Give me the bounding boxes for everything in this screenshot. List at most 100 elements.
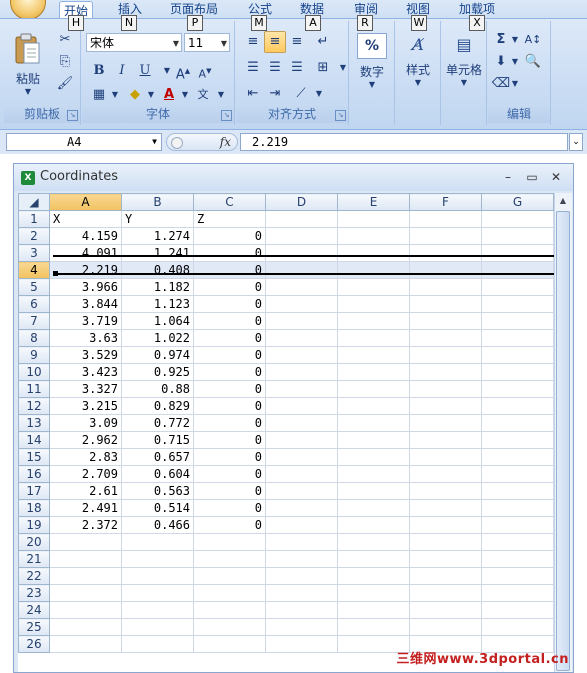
row-header[interactable]: 11 (18, 380, 50, 398)
cell-b-2[interactable]: 1.274 (121, 227, 194, 245)
cell-g-11[interactable] (481, 380, 554, 398)
cell-f-19[interactable] (409, 516, 482, 534)
cell-f-20[interactable] (409, 533, 482, 551)
cell-b-9[interactable]: 0.974 (121, 346, 194, 364)
font-launcher-icon[interactable]: ↘ (221, 110, 232, 121)
row-header[interactable]: 19 (18, 516, 50, 534)
wrap-text-icon[interactable]: ↵ (312, 31, 334, 53)
paste-dropdown-icon[interactable]: ▼ (8, 87, 48, 96)
align-middle-icon[interactable]: ≡ (264, 31, 286, 53)
cell-a-25[interactable] (49, 618, 122, 636)
row-header[interactable]: 17 (18, 482, 50, 500)
shrink-font-icon[interactable]: A▼ (194, 60, 216, 82)
cell-c-6[interactable]: 0 (193, 295, 266, 313)
row-header[interactable]: 16 (18, 465, 50, 483)
orientation-dropdown-icon[interactable]: ▼ (308, 83, 330, 105)
cell-c-2[interactable]: 0 (193, 227, 266, 245)
cell-b-5[interactable]: 1.182 (121, 278, 194, 296)
cell-a-21[interactable] (49, 550, 122, 568)
cell-a-23[interactable] (49, 584, 122, 602)
cell-e-17[interactable] (337, 482, 410, 500)
cell-c-20[interactable] (193, 533, 266, 551)
cell-g-7[interactable] (481, 312, 554, 330)
row-header[interactable]: 24 (18, 601, 50, 619)
find-select-icon[interactable]: 🔍 (522, 51, 544, 73)
cell-d-1[interactable] (265, 210, 338, 228)
cell-c-11[interactable]: 0 (193, 380, 266, 398)
cell-f-21[interactable] (409, 550, 482, 568)
cell-d-8[interactable] (265, 329, 338, 347)
cell-a-7[interactable]: 3.719 (49, 312, 122, 330)
styles-button[interactable]: A̸ 样式 ▼ (400, 33, 436, 87)
cell-c-21[interactable] (193, 550, 266, 568)
cell-b-23[interactable] (121, 584, 194, 602)
cell-a-17[interactable]: 2.61 (49, 482, 122, 500)
align-left-icon[interactable]: ☰ (242, 57, 264, 79)
cell-g-12[interactable] (481, 397, 554, 415)
cell-d-7[interactable] (265, 312, 338, 330)
cell-a-9[interactable]: 3.529 (49, 346, 122, 364)
row-header[interactable]: 22 (18, 567, 50, 585)
cell-d-20[interactable] (265, 533, 338, 551)
cell-a-12[interactable]: 3.215 (49, 397, 122, 415)
number-format-button[interactable]: % 数字 ▼ (354, 33, 390, 89)
row-header[interactable]: 21 (18, 550, 50, 568)
cell-g-2[interactable] (481, 227, 554, 245)
cell-d-5[interactable] (265, 278, 338, 296)
cell-e-2[interactable] (337, 227, 410, 245)
cell-g-1[interactable] (481, 210, 554, 228)
row-header[interactable]: 23 (18, 584, 50, 602)
cell-g-3[interactable] (481, 244, 554, 262)
cell-f-25[interactable] (409, 618, 482, 636)
cell-e-6[interactable] (337, 295, 410, 313)
cell-a-26[interactable] (49, 635, 122, 653)
name-box[interactable]: A4 ▼ (6, 133, 162, 151)
cell-a-19[interactable]: 2.372 (49, 516, 122, 534)
cell-f-2[interactable] (409, 227, 482, 245)
cell-d-6[interactable] (265, 295, 338, 313)
borders-dropdown-icon[interactable]: ▼ (104, 84, 126, 106)
cell-b-22[interactable] (121, 567, 194, 585)
cell-d-25[interactable] (265, 618, 338, 636)
scrollbar-thumb[interactable] (556, 211, 570, 671)
cut-icon[interactable]: ✂ (54, 29, 76, 51)
cell-b-21[interactable] (121, 550, 194, 568)
cell-g-10[interactable] (481, 363, 554, 381)
cell-c-17[interactable]: 0 (193, 482, 266, 500)
cell-a-11[interactable]: 3.327 (49, 380, 122, 398)
select-all-corner[interactable]: ◢ (18, 193, 50, 211)
cell-b-13[interactable]: 0.772 (121, 414, 194, 432)
cell-c-4[interactable]: 0 (193, 261, 266, 279)
cell-e-11[interactable] (337, 380, 410, 398)
column-header-g[interactable]: G (481, 193, 554, 211)
cell-b-11[interactable]: 0.88 (121, 380, 194, 398)
cell-b-24[interactable] (121, 601, 194, 619)
cell-c-7[interactable]: 0 (193, 312, 266, 330)
row-header[interactable]: 1 (18, 210, 50, 228)
cell-g-15[interactable] (481, 448, 554, 466)
cell-c-13[interactable]: 0 (193, 414, 266, 432)
cell-a-22[interactable] (49, 567, 122, 585)
row-header[interactable]: 12 (18, 397, 50, 415)
cell-b-17[interactable]: 0.563 (121, 482, 194, 500)
cell-g-5[interactable] (481, 278, 554, 296)
cell-f-7[interactable] (409, 312, 482, 330)
cell-e-14[interactable] (337, 431, 410, 449)
cell-a-3[interactable]: 4.091 (49, 244, 122, 262)
cell-e-19[interactable] (337, 516, 410, 534)
alignment-launcher-icon[interactable]: ↘ (335, 110, 346, 121)
cell-g-24[interactable] (481, 601, 554, 619)
cell-b-12[interactable]: 0.829 (121, 397, 194, 415)
font-size-select[interactable]: 11 ▼ (184, 33, 230, 52)
align-top-icon[interactable]: ≡ (242, 31, 264, 53)
cell-c-1[interactable]: Z (193, 210, 266, 228)
cell-d-15[interactable] (265, 448, 338, 466)
row-header[interactable]: 14 (18, 431, 50, 449)
cell-a-13[interactable]: 3.09 (49, 414, 122, 432)
row-header[interactable]: 13 (18, 414, 50, 432)
cell-c-10[interactable]: 0 (193, 363, 266, 381)
cell-e-22[interactable] (337, 567, 410, 585)
copy-icon[interactable]: ⎘ (54, 51, 76, 73)
cell-e-1[interactable] (337, 210, 410, 228)
cell-d-26[interactable] (265, 635, 338, 653)
